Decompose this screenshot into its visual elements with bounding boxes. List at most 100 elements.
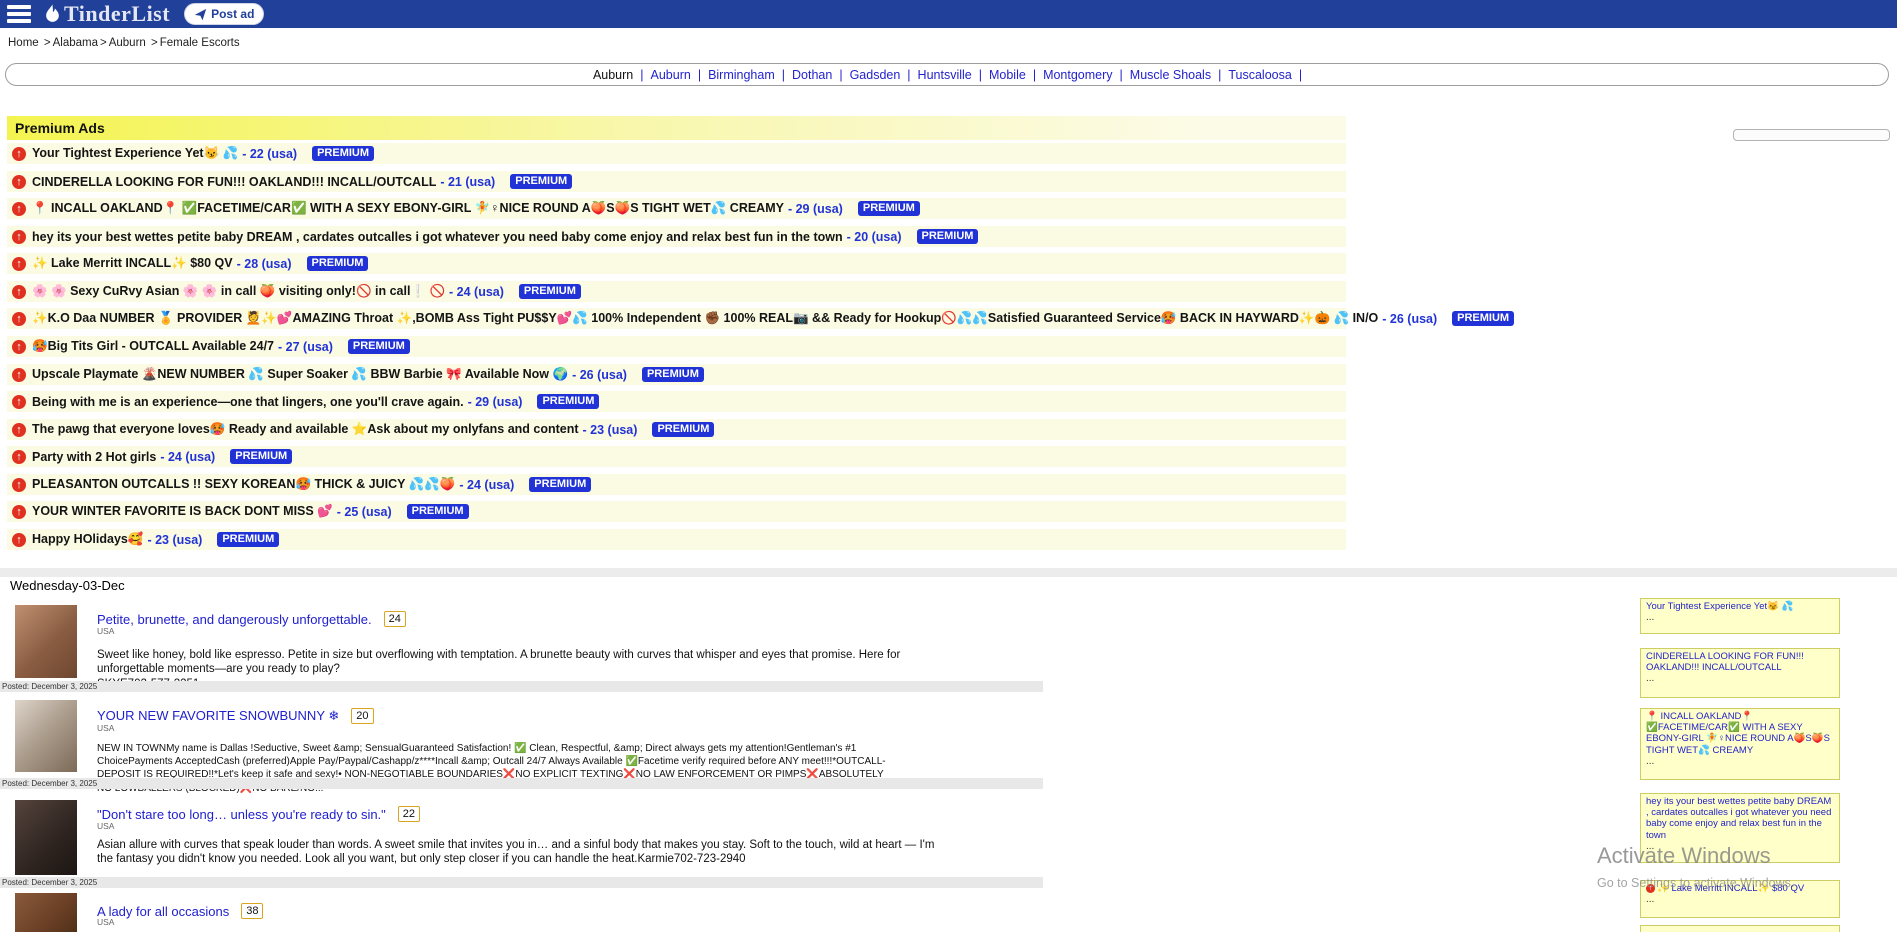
listing-title-link[interactable]: Petite, brunette, and dangerously unforg… — [97, 612, 372, 627]
posted-date: Posted: December 3, 2025 — [2, 877, 1043, 888]
city-separator: | — [1218, 68, 1221, 82]
sidebar-ad-card[interactable] — [1640, 925, 1840, 932]
premium-badge: PREMIUM — [230, 449, 292, 464]
brand-logo[interactable]: TinderList — [43, 1, 170, 27]
listing-title-row: "Don't stare too long… unless you're rea… — [97, 806, 420, 822]
sidebar-ad-more: ... — [1646, 756, 1834, 767]
sidebar-ad-title[interactable]: CINDERELLA LOOKING FOR FUN!!! OAKLAND!!!… — [1646, 651, 1834, 673]
sidebar-ad-card[interactable]: CINDERELLA LOOKING FOR FUN!!! OAKLAND!!!… — [1640, 648, 1840, 698]
city-link-mobile[interactable]: Mobile — [989, 68, 1026, 82]
up-arrow-icon: ↑ — [12, 257, 26, 271]
premium-ad-row[interactable]: ↑PLEASANTON OUTCALLS !! SEXY KOREAN🥵 THI… — [7, 474, 1346, 495]
premium-ad-row[interactable]: ↑Upscale Playmate 🌋NEW NUMBER 💦 Super So… — [7, 364, 1346, 385]
sidebar-ad-card[interactable]: Your Tightest Experience Yet😼 💦... — [1640, 598, 1840, 634]
premium-ad-title: Being with me is an experience—one that … — [32, 395, 464, 409]
premium-ad-title: hey its your best wettes petite baby DRE… — [32, 230, 843, 244]
breadcrumb-link[interactable]: Home — [8, 37, 39, 49]
city-link-tuscaloosa[interactable]: Tuscaloosa — [1228, 68, 1291, 82]
city-link-birmingham[interactable]: Birmingham — [708, 68, 775, 82]
premium-badge: PREMIUM — [642, 367, 704, 382]
post-ad-button[interactable]: Post ad — [184, 3, 264, 25]
city-separator: | — [979, 68, 982, 82]
premium-ad-title: ✨ Lake Merritt INCALL✨ $80 QV — [32, 256, 233, 271]
sidebar-ad-title[interactable]: ↑✨ Lake Merritt INCALL✨ $80 QV — [1646, 883, 1834, 894]
posted-date-strip: Posted: December 3, 2025 — [0, 877, 1043, 888]
premium-ad-row[interactable]: ↑ 🌸 🌸 Sexy CuRvy Asian 🌸 🌸 in call 🍑 visi… — [7, 281, 1346, 302]
posted-date: Posted: December 3, 2025 — [2, 681, 1043, 692]
sidebar-ad-card[interactable]: hey its your best wettes petite baby DRE… — [1640, 793, 1840, 863]
premium-ad-age: - 29 (usa) — [468, 395, 523, 409]
city-separator: | — [839, 68, 842, 82]
city-separator: | — [1033, 68, 1036, 82]
listing-title-row: Petite, brunette, and dangerously unforg… — [97, 611, 406, 627]
city-link-auburn[interactable]: Auburn — [651, 68, 691, 82]
premium-ad-row[interactable]: ↑The pawg that everyone loves🥵 Ready and… — [7, 419, 1346, 440]
listing-title-row: A lady for all occasions 38 — [97, 903, 263, 919]
premium-ad-row[interactable]: ↑Party with 2 Hot girls - 24 (usa)PREMIU… — [7, 446, 1346, 467]
premium-ad-age: - 26 (usa) — [1382, 312, 1437, 326]
premium-ad-row[interactable]: ↑ Being with me is an experience—one that… — [7, 391, 1346, 412]
listing-thumbnail[interactable] — [15, 605, 77, 678]
premium-ad-row[interactable]: ↑CINDERELLA LOOKING FOR FUN!!! OAKLAND!!… — [7, 171, 1346, 192]
breadcrumb: Home >Alabama>Auburn >Female Escorts — [8, 37, 240, 49]
premium-ad-row[interactable]: ↑✨K.O Daa NUMBER 🏅 PROVIDER 💆✨💕AMAZING T… — [7, 308, 1346, 329]
premium-ad-row[interactable]: ↑🥵Big Tits Girl - OUTCALL Available 24/7… — [7, 336, 1346, 357]
listing-description-line: Asian allure with curves that speak loud… — [97, 838, 937, 867]
city-separator: | — [1299, 68, 1302, 82]
premium-ad-row[interactable]: ↑✨ Lake Merritt INCALL✨ $80 QV - 28 (usa… — [7, 253, 1346, 274]
city-link-dothan[interactable]: Dothan — [792, 68, 832, 82]
listing-title-row: YOUR NEW FAVORITE SNOWBUNNY ❄20 — [97, 708, 374, 724]
listing-thumbnail[interactable] — [15, 700, 77, 772]
premium-ad-row[interactable]: ↑YOUR WINTER FAVORITE IS BACK DONT MISS … — [7, 501, 1346, 522]
listing-title-link[interactable]: A lady for all occasions — [97, 904, 229, 919]
sidebar-ad-title[interactable]: 📍 INCALL OAKLAND📍 ✅FACETIME/CAR✅ WITH A … — [1646, 711, 1834, 756]
listing-thumbnail[interactable] — [15, 800, 77, 875]
menu-icon[interactable] — [7, 5, 31, 23]
listing-country: USA — [97, 917, 114, 927]
premium-badge: PREMIUM — [217, 532, 279, 547]
premium-ad-title: CINDERELLA LOOKING FOR FUN!!! OAKLAND!!!… — [32, 175, 436, 189]
up-arrow-icon: ↑ — [12, 423, 26, 437]
premium-badge: PREMIUM — [529, 477, 591, 492]
city-link-muscle-shoals[interactable]: Muscle Shoals — [1130, 68, 1211, 82]
city-link-gadsden[interactable]: Gadsden — [850, 68, 901, 82]
premium-ads-header: Premium Ads — [7, 116, 1346, 140]
breadcrumb-link[interactable]: Alabama — [53, 37, 98, 49]
premium-ad-row[interactable]: ↑Your Tightest Experience Yet😼 💦 - 22 (u… — [7, 143, 1346, 164]
city-nav: Auburn | Auburn | Birmingham | Dothan | Gadsden |… — [5, 63, 1889, 86]
listing-description-line: Sweet like honey, bold like espresso. Pe… — [97, 648, 937, 677]
city-separator: | — [782, 68, 785, 82]
premium-ad-age: - 24 (usa) — [459, 478, 514, 492]
premium-ad-row[interactable]: ↑Happy HOlidays🥰 - 23 (usa)PREMIUM — [7, 529, 1346, 550]
listing-age-badge: 38 — [241, 903, 263, 919]
posted-date: Posted: December 3, 2025 — [2, 778, 1043, 789]
premium-badge: PREMIUM — [652, 422, 714, 437]
premium-badge: PREMIUM — [537, 394, 599, 409]
listing-title-link[interactable]: YOUR NEW FAVORITE SNOWBUNNY ❄ — [97, 708, 339, 724]
premium-badge: PREMIUM — [1452, 311, 1514, 326]
up-arrow-icon: ↑ — [12, 285, 26, 299]
premium-ad-age: - 29 (usa) — [788, 202, 843, 216]
city-link-huntsville[interactable]: Huntsville — [918, 68, 972, 82]
city-separator: | — [1120, 68, 1123, 82]
sidebar-ad-title[interactable]: Your Tightest Experience Yet😼 💦 — [1646, 601, 1834, 612]
premium-ad-row[interactable]: ↑📍 INCALL OAKLAND📍 ✅FACETIME/CAR✅ WITH A… — [7, 198, 1346, 219]
up-arrow-icon: ↑ — [1646, 884, 1655, 893]
premium-ad-title: 🥵Big Tits Girl - OUTCALL Available 24/7 — [32, 339, 274, 354]
flame-icon — [43, 3, 62, 25]
premium-ad-age: - 27 (usa) — [278, 340, 333, 354]
city-link-auburn: Auburn — [593, 68, 633, 82]
breadcrumb-link[interactable]: Auburn — [109, 37, 146, 49]
sidebar-ad-card[interactable]: ↑✨ Lake Merritt INCALL✨ $80 QV... — [1640, 880, 1840, 918]
premium-ad-row[interactable]: ↑hey its your best wettes petite baby DR… — [7, 226, 1346, 247]
premium-ad-title: 🌸 🌸 Sexy CuRvy Asian 🌸 🌸 in call 🍑 visit… — [32, 284, 445, 299]
listing-title-link[interactable]: "Don't stare too long… unless you're rea… — [97, 807, 386, 822]
listing-thumbnail[interactable] — [15, 893, 77, 932]
city-link-montgomery[interactable]: Montgomery — [1043, 68, 1112, 82]
premium-badge: PREMIUM — [312, 146, 374, 161]
up-arrow-icon: ↑ — [12, 395, 26, 409]
sidebar-ad-title[interactable]: hey its your best wettes petite baby DRE… — [1646, 796, 1834, 841]
city-separator: | — [907, 68, 910, 82]
breadcrumb-link[interactable]: Female Escorts — [160, 37, 240, 49]
sidebar-ad-card[interactable]: 📍 INCALL OAKLAND📍 ✅FACETIME/CAR✅ WITH A … — [1640, 708, 1840, 780]
